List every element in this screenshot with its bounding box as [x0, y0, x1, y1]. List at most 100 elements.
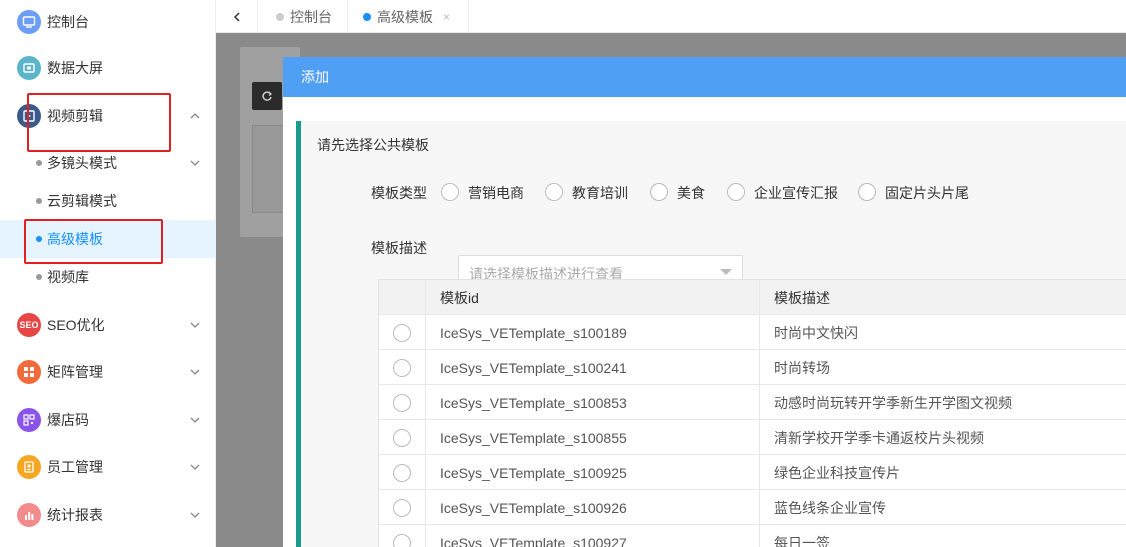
tab-dashboard[interactable]: 控制台	[258, 0, 348, 33]
radio-label: 美食	[677, 185, 705, 201]
staff-icon	[17, 455, 41, 479]
row-desc: 时尚转场	[774, 359, 830, 376]
chevron-down-icon	[190, 322, 200, 328]
sidebar-item-store-code[interactable]: 爆店码	[0, 398, 216, 442]
radio-intro-outro[interactable]	[858, 183, 876, 201]
row-radio[interactable]	[393, 533, 411, 547]
matrix-icon	[17, 360, 41, 384]
qrcode-icon	[17, 408, 41, 432]
radio-marketing[interactable]	[441, 183, 459, 201]
sidebar-subitem-label: 视频库	[47, 269, 89, 285]
sidebar-item-label: 数据大屏	[47, 60, 103, 76]
sidebar-item-label: 控制台	[47, 14, 89, 30]
tab-bar: 控制台 高级模板 ×	[216, 0, 1126, 33]
chevron-left-icon	[233, 11, 240, 22]
radio-label: 固定片头片尾	[885, 185, 969, 201]
row-radio[interactable]	[393, 463, 411, 482]
sidebar-item-label: 爆店码	[47, 412, 89, 428]
row-radio[interactable]	[393, 323, 411, 342]
row-select-cell	[379, 455, 426, 490]
tab-dot-icon	[276, 12, 284, 21]
chevron-down-icon	[190, 160, 200, 166]
row-select-cell	[379, 525, 426, 547]
caret-down-icon	[720, 269, 732, 275]
table-row[interactable]: IceSys_VETemplate_s100926 蓝色线条企业宣传	[379, 490, 1126, 525]
row-desc: 清新学校开学季卡通返校片头视频	[774, 429, 984, 446]
table-row[interactable]: IceSys_VETemplate_s100853 动感时尚玩转开学季新生开学图…	[379, 385, 1126, 420]
tab-dot-icon	[363, 12, 371, 21]
radio-corporate[interactable]	[727, 183, 745, 201]
dialog-title: 添加	[283, 57, 1126, 97]
highlight-box	[24, 219, 163, 264]
table-row[interactable]: IceSys_VETemplate_s100241 时尚转场	[379, 350, 1126, 385]
row-id: IceSys_VETemplate_s100925	[426, 455, 760, 490]
template-type-label: 模板类型	[371, 185, 427, 201]
chevron-down-icon	[190, 464, 200, 470]
chevron-up-icon	[190, 113, 200, 119]
sidebar-item-label: SEO优化	[47, 317, 105, 333]
bullet-icon	[36, 198, 42, 204]
back-button[interactable]	[216, 0, 258, 33]
section-title: 请先选择公共模板	[317, 137, 429, 153]
row-desc: 绿色企业科技宣传片	[774, 464, 900, 481]
sidebar-item-seo[interactable]: SEO SEO优化	[0, 303, 216, 347]
radio-education[interactable]	[545, 183, 563, 201]
row-select-cell	[379, 420, 426, 455]
row-select-cell	[379, 315, 426, 350]
sidebar-item-staff[interactable]: 员工管理	[0, 445, 216, 489]
tab-advanced-template[interactable]: 高级模板 ×	[348, 0, 469, 33]
radio-label: 营销电商	[468, 185, 524, 201]
table-row[interactable]: IceSys_VETemplate_s100855 清新学校开学季卡通返校片头视…	[379, 420, 1126, 455]
tab-label: 高级模板	[377, 8, 433, 25]
table-row[interactable]: IceSys_VETemplate_s100925 绿色企业科技宣传片	[379, 455, 1126, 490]
row-id: IceSys_VETemplate_s100926	[426, 490, 760, 525]
sidebar-item-label: 员工管理	[47, 459, 103, 475]
sidebar-item-label: 统计报表	[47, 507, 103, 523]
row-desc: 每日一签	[774, 534, 830, 547]
refresh-button	[252, 82, 282, 110]
template-desc-label: 模板描述	[371, 240, 427, 256]
row-id: IceSys_VETemplate_s100189	[426, 315, 760, 350]
row-desc: 动感时尚玩转开学季新生开学图文视频	[774, 394, 1012, 411]
refresh-icon	[262, 91, 272, 101]
sidebar-item-matrix[interactable]: 矩阵管理	[0, 350, 216, 394]
sidebar-item-data-screen[interactable]: 数据大屏	[0, 46, 216, 90]
sidebar-subitem-label: 云剪辑模式	[47, 193, 117, 209]
chevron-down-icon	[190, 369, 200, 375]
row-radio[interactable]	[393, 358, 411, 377]
tab-label: 控制台	[290, 8, 332, 25]
row-desc: 蓝色线条企业宣传	[774, 499, 886, 516]
bullet-icon	[36, 274, 42, 280]
header-cell-id: 模板id	[426, 280, 760, 315]
template-table: 模板id 模板描述 IceSys_VETemplate_s100189 时尚中文…	[378, 279, 1126, 547]
row-id: IceSys_VETemplate_s100855	[426, 420, 760, 455]
monitor-icon	[17, 10, 41, 34]
row-id: IceSys_VETemplate_s100853	[426, 385, 760, 420]
sidebar-item-reports[interactable]: 统计报表	[0, 493, 216, 537]
row-select-cell	[379, 350, 426, 385]
chevron-down-icon	[190, 417, 200, 423]
header-cell-select	[379, 280, 426, 315]
radio-food[interactable]	[650, 183, 668, 201]
table-row[interactable]: IceSys_VETemplate_s100927 每日一签	[379, 525, 1126, 547]
table-row[interactable]: IceSys_VETemplate_s100189 时尚中文快闪	[379, 315, 1126, 350]
table-header: 模板id 模板描述	[379, 280, 1126, 315]
row-id: IceSys_VETemplate_s100927	[426, 525, 760, 547]
sidebar: 控制台 数据大屏 视频剪辑 多镜头模式 云剪辑模式 高级模板 视频库 SEO S…	[0, 0, 216, 547]
chevron-down-icon	[190, 512, 200, 518]
row-radio[interactable]	[393, 428, 411, 447]
close-icon[interactable]: ×	[443, 10, 450, 24]
sidebar-item-dashboard[interactable]: 控制台	[0, 0, 216, 44]
row-radio[interactable]	[393, 393, 411, 412]
sidebar-subitem-cloud-edit[interactable]: 云剪辑模式	[0, 182, 216, 220]
row-select-cell	[379, 385, 426, 420]
row-radio[interactable]	[393, 498, 411, 517]
header-cell-desc: 模板描述	[774, 289, 830, 306]
row-desc: 时尚中文快闪	[774, 324, 858, 341]
bullet-icon	[36, 160, 42, 166]
highlight-box	[27, 93, 171, 152]
seo-icon: SEO	[17, 313, 41, 337]
sidebar-subitem-label: 多镜头模式	[47, 155, 117, 171]
radio-label: 教育培训	[572, 185, 628, 201]
chart-icon	[17, 503, 41, 527]
